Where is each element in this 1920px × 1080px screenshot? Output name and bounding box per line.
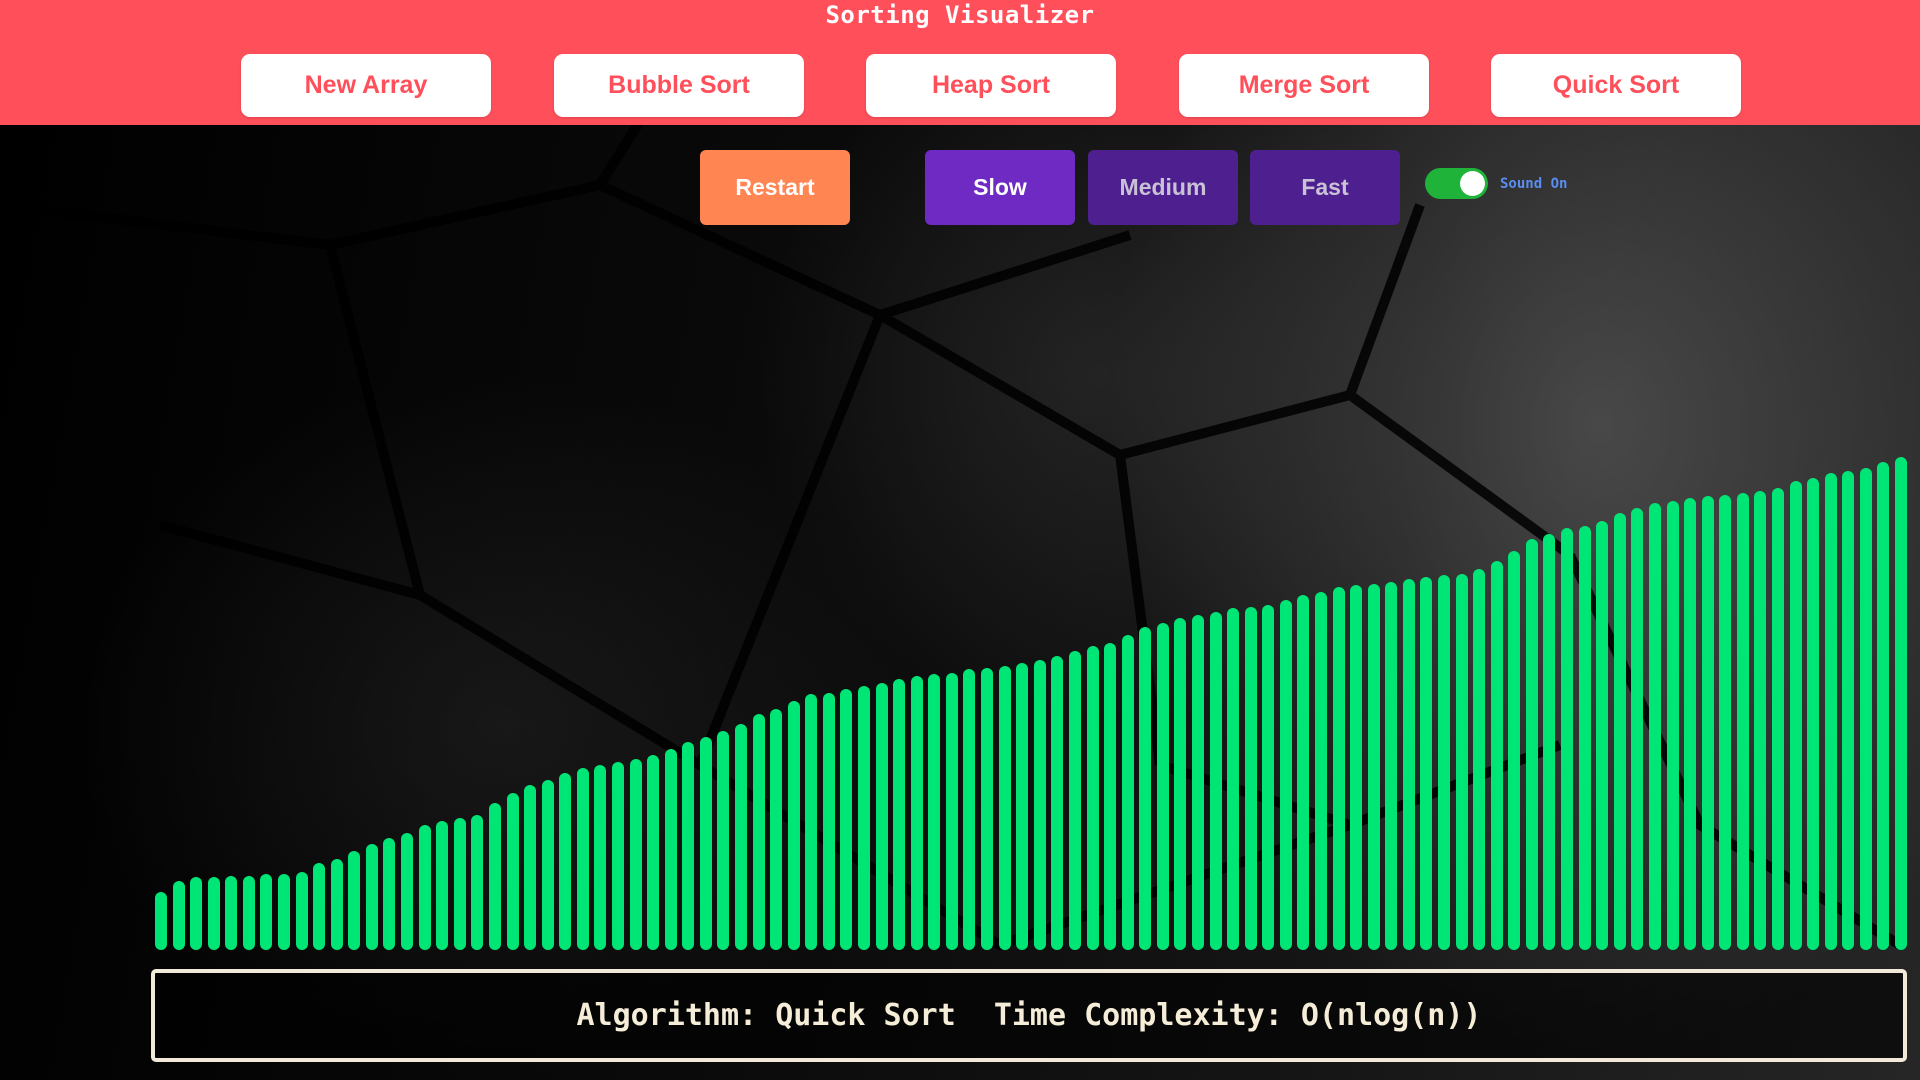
header-bar: Sorting Visualizer New Array Bubble Sort… xyxy=(0,0,1920,125)
complexity-label: Time Complexity: xyxy=(993,998,1283,1033)
speed-fast-button[interactable]: Fast xyxy=(1250,150,1400,225)
algorithm-info-box: Algorithm: Quick Sort Time Complexity: O… xyxy=(151,969,1907,1062)
quick-sort-button[interactable]: Quick Sort xyxy=(1491,54,1741,117)
algorithm-name: Quick Sort xyxy=(775,998,956,1033)
restart-button[interactable]: Restart xyxy=(700,150,850,225)
app-title: Sorting Visualizer xyxy=(825,1,1095,29)
algorithm-label: Algorithm: xyxy=(576,998,758,1033)
new-array-button[interactable]: New Array xyxy=(241,54,491,117)
complexity-value: O(nlog(n)) xyxy=(1300,998,1482,1033)
speed-medium-button[interactable]: Medium xyxy=(1088,150,1238,225)
speed-slow-button[interactable]: Slow xyxy=(925,150,1075,225)
toggle-knob xyxy=(1460,171,1485,196)
bubble-sort-button[interactable]: Bubble Sort xyxy=(554,54,804,117)
background-pattern xyxy=(0,125,1903,951)
merge-sort-button[interactable]: Merge Sort xyxy=(1179,54,1429,117)
sound-label: Sound On xyxy=(1500,176,1568,192)
sound-toggle[interactable] xyxy=(1425,168,1488,199)
heap-sort-button[interactable]: Heap Sort xyxy=(866,54,1116,117)
background-image xyxy=(0,125,1920,1080)
